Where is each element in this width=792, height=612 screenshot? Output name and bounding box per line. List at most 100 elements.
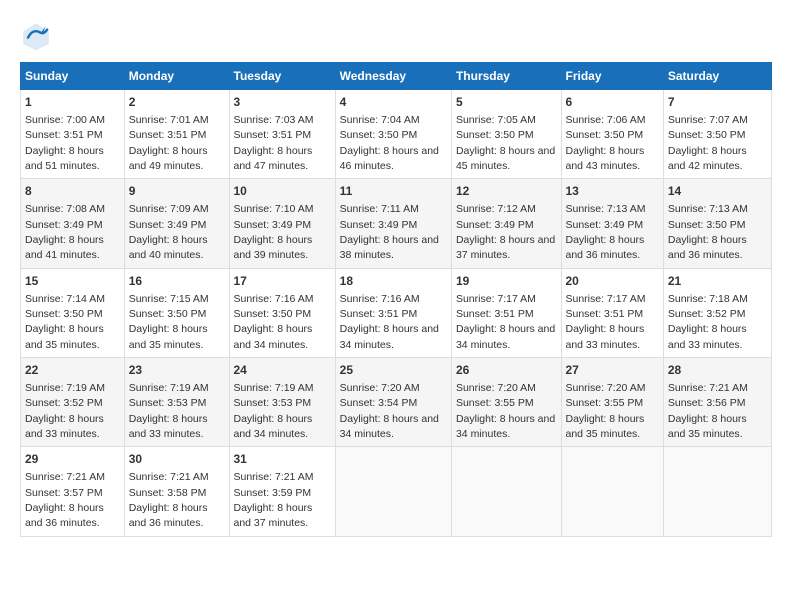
sunrise-info: Sunrise: 7:09 AM: [129, 203, 209, 215]
sunrise-info: Sunrise: 7:20 AM: [456, 382, 536, 394]
logo-icon: [20, 20, 52, 52]
day-number: 4: [340, 94, 447, 111]
day-number: 13: [566, 183, 659, 200]
calendar-cell: 28Sunrise: 7:21 AMSunset: 3:56 PMDayligh…: [663, 358, 771, 447]
daylight-info: Daylight: 8 hours and 33 minutes.: [129, 413, 208, 440]
calendar-cell: 21Sunrise: 7:18 AMSunset: 3:52 PMDayligh…: [663, 268, 771, 357]
calendar-body: 1Sunrise: 7:00 AMSunset: 3:51 PMDaylight…: [21, 90, 772, 537]
sunset-info: Sunset: 3:51 PM: [25, 129, 103, 141]
sunset-info: Sunset: 3:49 PM: [129, 219, 207, 231]
calendar-cell: 13Sunrise: 7:13 AMSunset: 3:49 PMDayligh…: [561, 179, 663, 268]
day-number: 2: [129, 94, 225, 111]
daylight-info: Daylight: 8 hours and 37 minutes.: [234, 502, 313, 529]
sunset-info: Sunset: 3:49 PM: [340, 219, 418, 231]
calendar-cell: 20Sunrise: 7:17 AMSunset: 3:51 PMDayligh…: [561, 268, 663, 357]
daylight-info: Daylight: 8 hours and 37 minutes.: [456, 234, 555, 261]
day-number: 5: [456, 94, 557, 111]
sunrise-info: Sunrise: 7:21 AM: [234, 471, 314, 483]
sunrise-info: Sunrise: 7:20 AM: [566, 382, 646, 394]
sunrise-info: Sunrise: 7:01 AM: [129, 114, 209, 126]
daylight-info: Daylight: 8 hours and 35 minutes.: [668, 413, 747, 440]
daylight-info: Daylight: 8 hours and 33 minutes.: [25, 413, 104, 440]
calendar-cell: 27Sunrise: 7:20 AMSunset: 3:55 PMDayligh…: [561, 358, 663, 447]
calendar-week-row: 22Sunrise: 7:19 AMSunset: 3:52 PMDayligh…: [21, 358, 772, 447]
sunrise-info: Sunrise: 7:03 AM: [234, 114, 314, 126]
day-number: 17: [234, 273, 331, 290]
daylight-info: Daylight: 8 hours and 35 minutes.: [25, 323, 104, 350]
calendar-week-row: 29Sunrise: 7:21 AMSunset: 3:57 PMDayligh…: [21, 447, 772, 536]
page-header: [20, 20, 772, 52]
day-number: 9: [129, 183, 225, 200]
day-number: 6: [566, 94, 659, 111]
sunset-info: Sunset: 3:50 PM: [566, 129, 644, 141]
sunrise-info: Sunrise: 7:18 AM: [668, 293, 748, 305]
sunset-info: Sunset: 3:56 PM: [668, 397, 746, 409]
calendar-week-row: 15 Sunrise: 7:14 AM Sunset: 3:50 PM Dayligh…: [21, 268, 772, 357]
calendar-cell: [335, 447, 451, 536]
weekday-header-thursday: Thursday: [451, 63, 561, 90]
day-number: 28: [668, 362, 767, 379]
daylight-info: Daylight: 8 hours and 41 minutes.: [25, 234, 104, 261]
calendar-cell: 29Sunrise: 7:21 AMSunset: 3:57 PMDayligh…: [21, 447, 125, 536]
calendar-cell: 15Sunrise: 7:14 AMSunset: 3:50 PMDayligh…: [21, 268, 125, 357]
calendar-cell: 30Sunrise: 7:21 AMSunset: 3:58 PMDayligh…: [124, 447, 229, 536]
sunrise-info: Sunrise: 7:16 AM: [340, 293, 420, 305]
daylight-info: Daylight: 8 hours and 33 minutes.: [566, 323, 645, 350]
calendar-week-row: 1Sunrise: 7:00 AMSunset: 3:51 PMDaylight…: [21, 90, 772, 179]
calendar-cell: 25Sunrise: 7:20 AMSunset: 3:54 PMDayligh…: [335, 358, 451, 447]
calendar-table: SundayMondayTuesdayWednesdayThursdayFrid…: [20, 62, 772, 537]
weekday-header-monday: Monday: [124, 63, 229, 90]
sunset-info: Sunset: 3:50 PM: [234, 308, 312, 320]
sunset-info: Sunset: 3:50 PM: [668, 129, 746, 141]
calendar-cell: 1Sunrise: 7:00 AMSunset: 3:51 PMDaylight…: [21, 90, 125, 179]
weekday-header-sunday: Sunday: [21, 63, 125, 90]
sunset-info: Sunset: 3:58 PM: [129, 487, 207, 499]
day-number: 24: [234, 362, 331, 379]
sunrise-info: Sunrise: 7:11 AM: [340, 203, 419, 215]
daylight-info: Daylight: 8 hours and 39 minutes.: [234, 234, 313, 261]
daylight-info: Daylight: 8 hours and 43 minutes.: [566, 145, 645, 172]
day-number: 12: [456, 183, 557, 200]
calendar-cell: 4Sunrise: 7:04 AMSunset: 3:50 PMDaylight…: [335, 90, 451, 179]
calendar-cell: 19Sunrise: 7:17 AMSunset: 3:51 PMDayligh…: [451, 268, 561, 357]
calendar-cell: 6 Sunrise: 7:06 AM Sunset: 3:50 PM Daylight…: [561, 90, 663, 179]
daylight-info: Daylight: 8 hours and 34 minutes.: [234, 323, 313, 350]
calendar-cell: 24Sunrise: 7:19 AMSunset: 3:53 PMDayligh…: [229, 358, 335, 447]
calendar-cell: 31Sunrise: 7:21 AMSunset: 3:59 PMDayligh…: [229, 447, 335, 536]
sunrise-info: Sunrise: 7:14 AM: [25, 293, 105, 305]
day-number: 23: [129, 362, 225, 379]
calendar-cell: 23Sunrise: 7:19 AMSunset: 3:53 PMDayligh…: [124, 358, 229, 447]
daylight-info: Daylight: 8 hours and 40 minutes.: [129, 234, 208, 261]
weekday-header-wednesday: Wednesday: [335, 63, 451, 90]
sunset-info: Sunset: 3:50 PM: [668, 219, 746, 231]
calendar-cell: 16Sunrise: 7:15 AMSunset: 3:50 PMDayligh…: [124, 268, 229, 357]
sunrise-info: Sunrise: 7:05 AM: [456, 114, 536, 126]
day-number: 3: [234, 94, 331, 111]
calendar-cell: [663, 447, 771, 536]
day-number: 18: [340, 273, 447, 290]
daylight-info: Daylight: 8 hours and 51 minutes.: [25, 145, 104, 172]
calendar-cell: 12Sunrise: 7:12 AMSunset: 3:49 PMDayligh…: [451, 179, 561, 268]
daylight-info: Daylight: 8 hours and 49 minutes.: [129, 145, 208, 172]
sunset-info: Sunset: 3:49 PM: [25, 219, 103, 231]
day-number: 30: [129, 451, 225, 468]
sunrise-info: Sunrise: 7:06 AM: [566, 114, 646, 126]
sunset-info: Sunset: 3:57 PM: [25, 487, 103, 499]
weekday-header-tuesday: Tuesday: [229, 63, 335, 90]
calendar-cell: 7Sunrise: 7:07 AMSunset: 3:50 PMDaylight…: [663, 90, 771, 179]
day-number: 8: [25, 183, 120, 200]
day-number: 15: [25, 273, 120, 290]
daylight-info: Daylight: 8 hours and 34 minutes.: [456, 413, 555, 440]
day-number: 20: [566, 273, 659, 290]
day-number: 26: [456, 362, 557, 379]
daylight-info: Daylight: 8 hours and 47 minutes.: [234, 145, 313, 172]
day-number: 31: [234, 451, 331, 468]
sunset-info: Sunset: 3:50 PM: [456, 129, 534, 141]
day-number: 22: [25, 362, 120, 379]
day-number: 14: [668, 183, 767, 200]
daylight-info: Daylight: 8 hours and 33 minutes.: [668, 323, 747, 350]
daylight-info: Daylight: 8 hours and 36 minutes.: [25, 502, 104, 529]
daylight-info: Daylight: 8 hours and 35 minutes.: [129, 323, 208, 350]
calendar-cell: 5Sunrise: 7:05 AMSunset: 3:50 PMDaylight…: [451, 90, 561, 179]
sunrise-info: Sunrise: 7:21 AM: [129, 471, 209, 483]
